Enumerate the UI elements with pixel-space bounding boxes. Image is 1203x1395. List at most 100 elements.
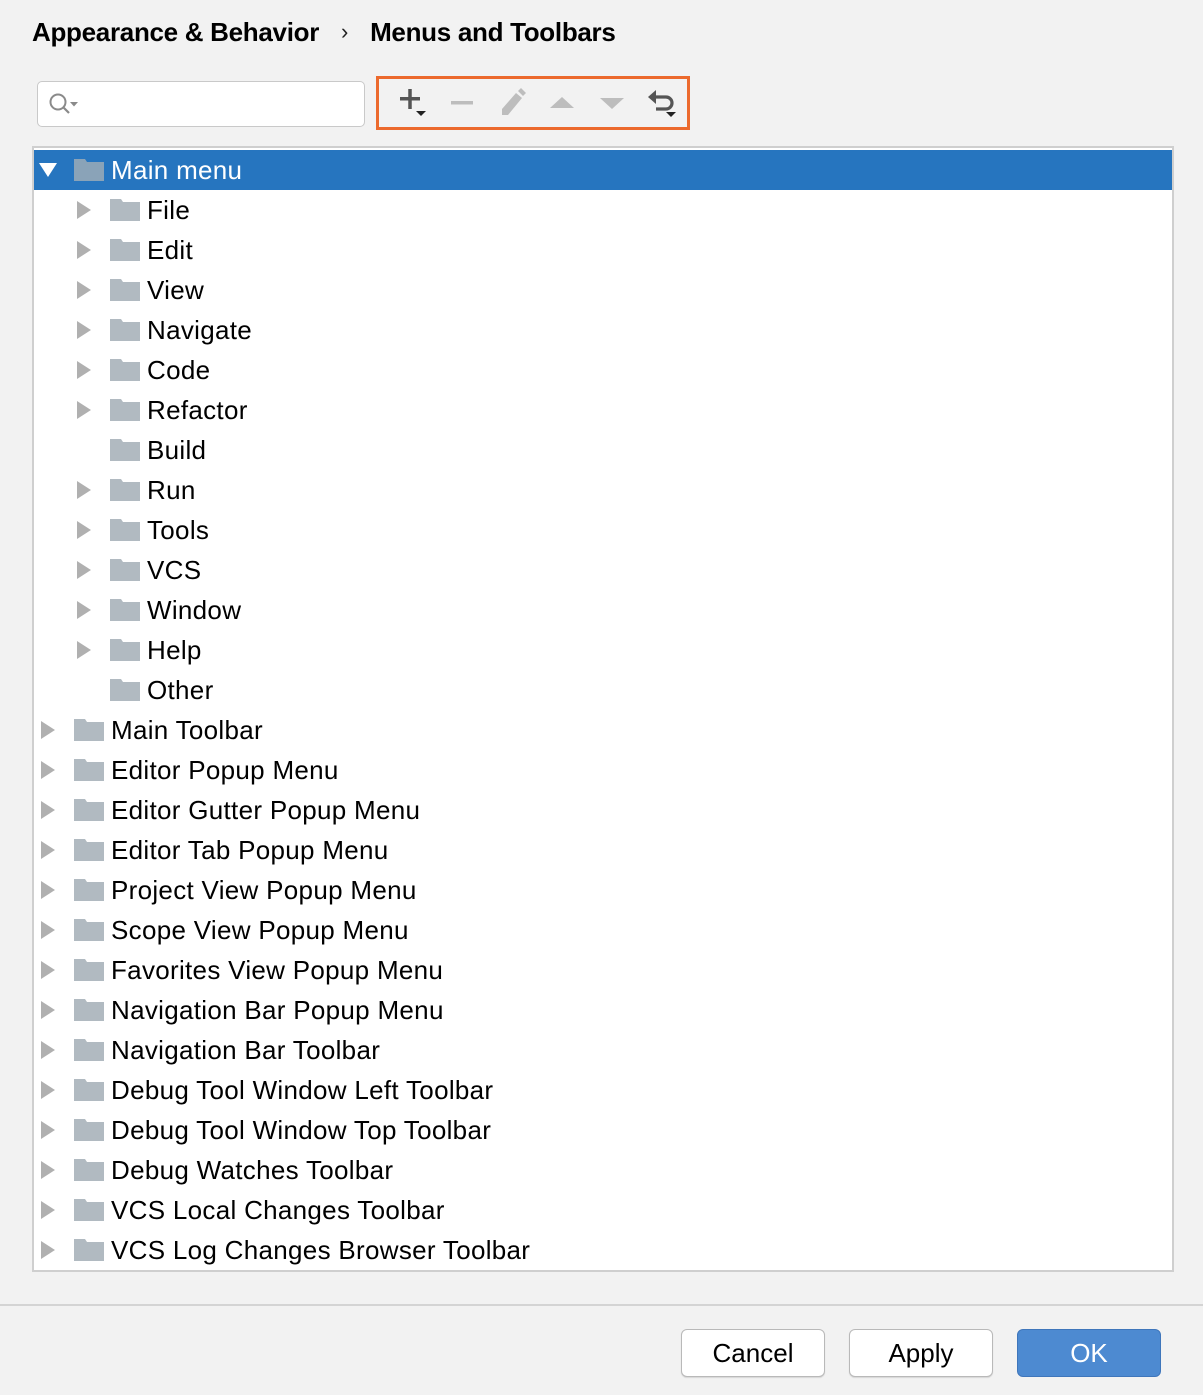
triangle-up-icon (550, 97, 574, 108)
tree-item[interactable]: Build (34, 430, 1172, 470)
tree-item[interactable]: Edit (34, 230, 1172, 270)
chevron-collapsed-icon[interactable] (38, 760, 58, 780)
move-down-button[interactable] (587, 80, 637, 126)
chevron-collapsed-icon[interactable] (74, 600, 94, 620)
folder-icon (74, 719, 104, 741)
tree-item-label: VCS (147, 555, 202, 585)
tree-item-label: Tools (147, 515, 210, 545)
folder-icon (74, 839, 104, 861)
tree-item[interactable]: Editor Tab Popup Menu (34, 830, 1172, 870)
tree-item[interactable]: Navigation Bar Toolbar (34, 1030, 1172, 1070)
chevron-collapsed-icon[interactable] (38, 720, 58, 740)
breadcrumb-current: Menus and Toolbars (370, 16, 616, 47)
chevron-collapsed-icon[interactable] (74, 520, 94, 540)
tree-item[interactable]: Debug Tool Window Left Toolbar (34, 1070, 1172, 1110)
chevron-collapsed-icon[interactable] (74, 480, 94, 500)
chevron-collapsed-icon[interactable] (38, 1240, 58, 1260)
edit-button[interactable] (487, 80, 537, 126)
folder-icon (74, 1079, 104, 1101)
remove-button[interactable] (437, 80, 487, 126)
search-input[interactable] (88, 88, 360, 122)
tree-item[interactable]: Other (34, 670, 1172, 710)
chevron-collapsed-icon[interactable] (74, 360, 94, 380)
add-button[interactable] (387, 80, 437, 126)
tree-item-label: Main Toolbar (111, 715, 263, 745)
chevron-collapsed-icon[interactable] (74, 400, 94, 420)
folder-icon (74, 1039, 104, 1061)
tree-item-label: Debug Tool Window Top Toolbar (111, 1115, 492, 1145)
tree-item[interactable]: Tools (34, 510, 1172, 550)
tree-item-label: VCS Log Changes Browser Toolbar (111, 1235, 531, 1265)
tree-item-label: Favorites View Popup Menu (111, 955, 444, 985)
tree-item[interactable]: Navigate (34, 310, 1172, 350)
chevron-collapsed-icon[interactable] (38, 1200, 58, 1220)
chevron-collapsed-icon[interactable] (38, 960, 58, 980)
chevron-collapsed-icon[interactable] (74, 240, 94, 260)
tree-item[interactable]: Main menu (34, 150, 1172, 190)
tree-item[interactable]: Code (34, 350, 1172, 390)
folder-icon (74, 799, 104, 821)
tree-item[interactable]: Navigation Bar Popup Menu (34, 990, 1172, 1030)
chevron-collapsed-icon[interactable] (74, 560, 94, 580)
chevron-collapsed-icon[interactable] (38, 1120, 58, 1140)
chevron-collapsed-icon[interactable] (74, 200, 94, 220)
tree-item[interactable]: Debug Watches Toolbar (34, 1150, 1172, 1190)
folder-icon (74, 1239, 104, 1261)
tree-item-label: File (147, 195, 191, 225)
tree-item[interactable]: Run (34, 470, 1172, 510)
tree-item[interactable]: View (34, 270, 1172, 310)
search-with-options-icon[interactable] (48, 92, 82, 118)
ok-button[interactable]: OK (1017, 1329, 1161, 1377)
search-field[interactable] (37, 81, 365, 127)
chevron-collapsed-icon[interactable] (38, 840, 58, 860)
chevron-collapsed-icon[interactable] (38, 880, 58, 900)
apply-button[interactable]: Apply (849, 1329, 993, 1377)
tree-item[interactable]: Help (34, 630, 1172, 670)
tree-item-label: Navigation Bar Popup Menu (111, 995, 444, 1025)
tree-item[interactable]: Window (34, 590, 1172, 630)
tree-item-label: Editor Tab Popup Menu (111, 835, 389, 865)
folder-icon (110, 519, 140, 541)
footer-divider (0, 1304, 1203, 1306)
chevron-collapsed-icon[interactable] (74, 280, 94, 300)
chevron-collapsed-icon[interactable] (38, 1080, 58, 1100)
breadcrumb-separator: › (341, 19, 349, 44)
tree-item-label: Debug Tool Window Left Toolbar (111, 1075, 494, 1105)
tree-item-label: Run (147, 475, 196, 505)
tree-item[interactable]: Project View Popup Menu (34, 870, 1172, 910)
restore-button[interactable] (637, 80, 687, 126)
triangle-down-icon (600, 98, 624, 109)
tree-item[interactable]: VCS (34, 550, 1172, 590)
folder-icon (110, 359, 140, 381)
chevron-collapsed-icon[interactable] (74, 640, 94, 660)
tree-item[interactable]: Favorites View Popup Menu (34, 950, 1172, 990)
folder-icon (110, 399, 140, 421)
tree-item-label: Other (147, 675, 214, 705)
tree-item-label: Debug Watches Toolbar (111, 1155, 394, 1185)
actions-toolbar (376, 76, 690, 130)
tree-item[interactable]: VCS Log Changes Browser Toolbar (34, 1230, 1172, 1270)
chevron-collapsed-icon[interactable] (38, 920, 58, 940)
tree-item[interactable]: Scope View Popup Menu (34, 910, 1172, 950)
tree-item[interactable]: Editor Popup Menu (34, 750, 1172, 790)
breadcrumb-parent[interactable]: Appearance & Behavior (32, 17, 319, 48)
tree-item[interactable]: Main Toolbar (34, 710, 1172, 750)
tree-item[interactable]: Debug Tool Window Top Toolbar (34, 1110, 1172, 1150)
tree-item[interactable]: Refactor (34, 390, 1172, 430)
tree-item[interactable]: VCS Local Changes Toolbar (34, 1190, 1172, 1230)
chevron-collapsed-icon[interactable] (38, 1040, 58, 1060)
move-up-button[interactable] (537, 80, 587, 126)
tree-item[interactable]: Editor Gutter Popup Menu (34, 790, 1172, 830)
tree-item-label: Main menu (111, 155, 243, 185)
folder-icon (110, 239, 140, 261)
chevron-collapsed-icon[interactable] (38, 800, 58, 820)
tree-item-label: Build (147, 435, 207, 465)
chevron-collapsed-icon[interactable] (38, 1000, 58, 1020)
chevron-collapsed-icon[interactable] (38, 1160, 58, 1180)
menus-tree[interactable]: Main menu File Edit View Navigate Code Refacto… (32, 146, 1174, 1272)
chevron-expanded-icon[interactable] (38, 160, 58, 180)
folder-icon (110, 199, 140, 221)
cancel-button[interactable]: Cancel (681, 1329, 825, 1377)
chevron-collapsed-icon[interactable] (74, 320, 94, 340)
tree-item[interactable]: File (34, 190, 1172, 230)
